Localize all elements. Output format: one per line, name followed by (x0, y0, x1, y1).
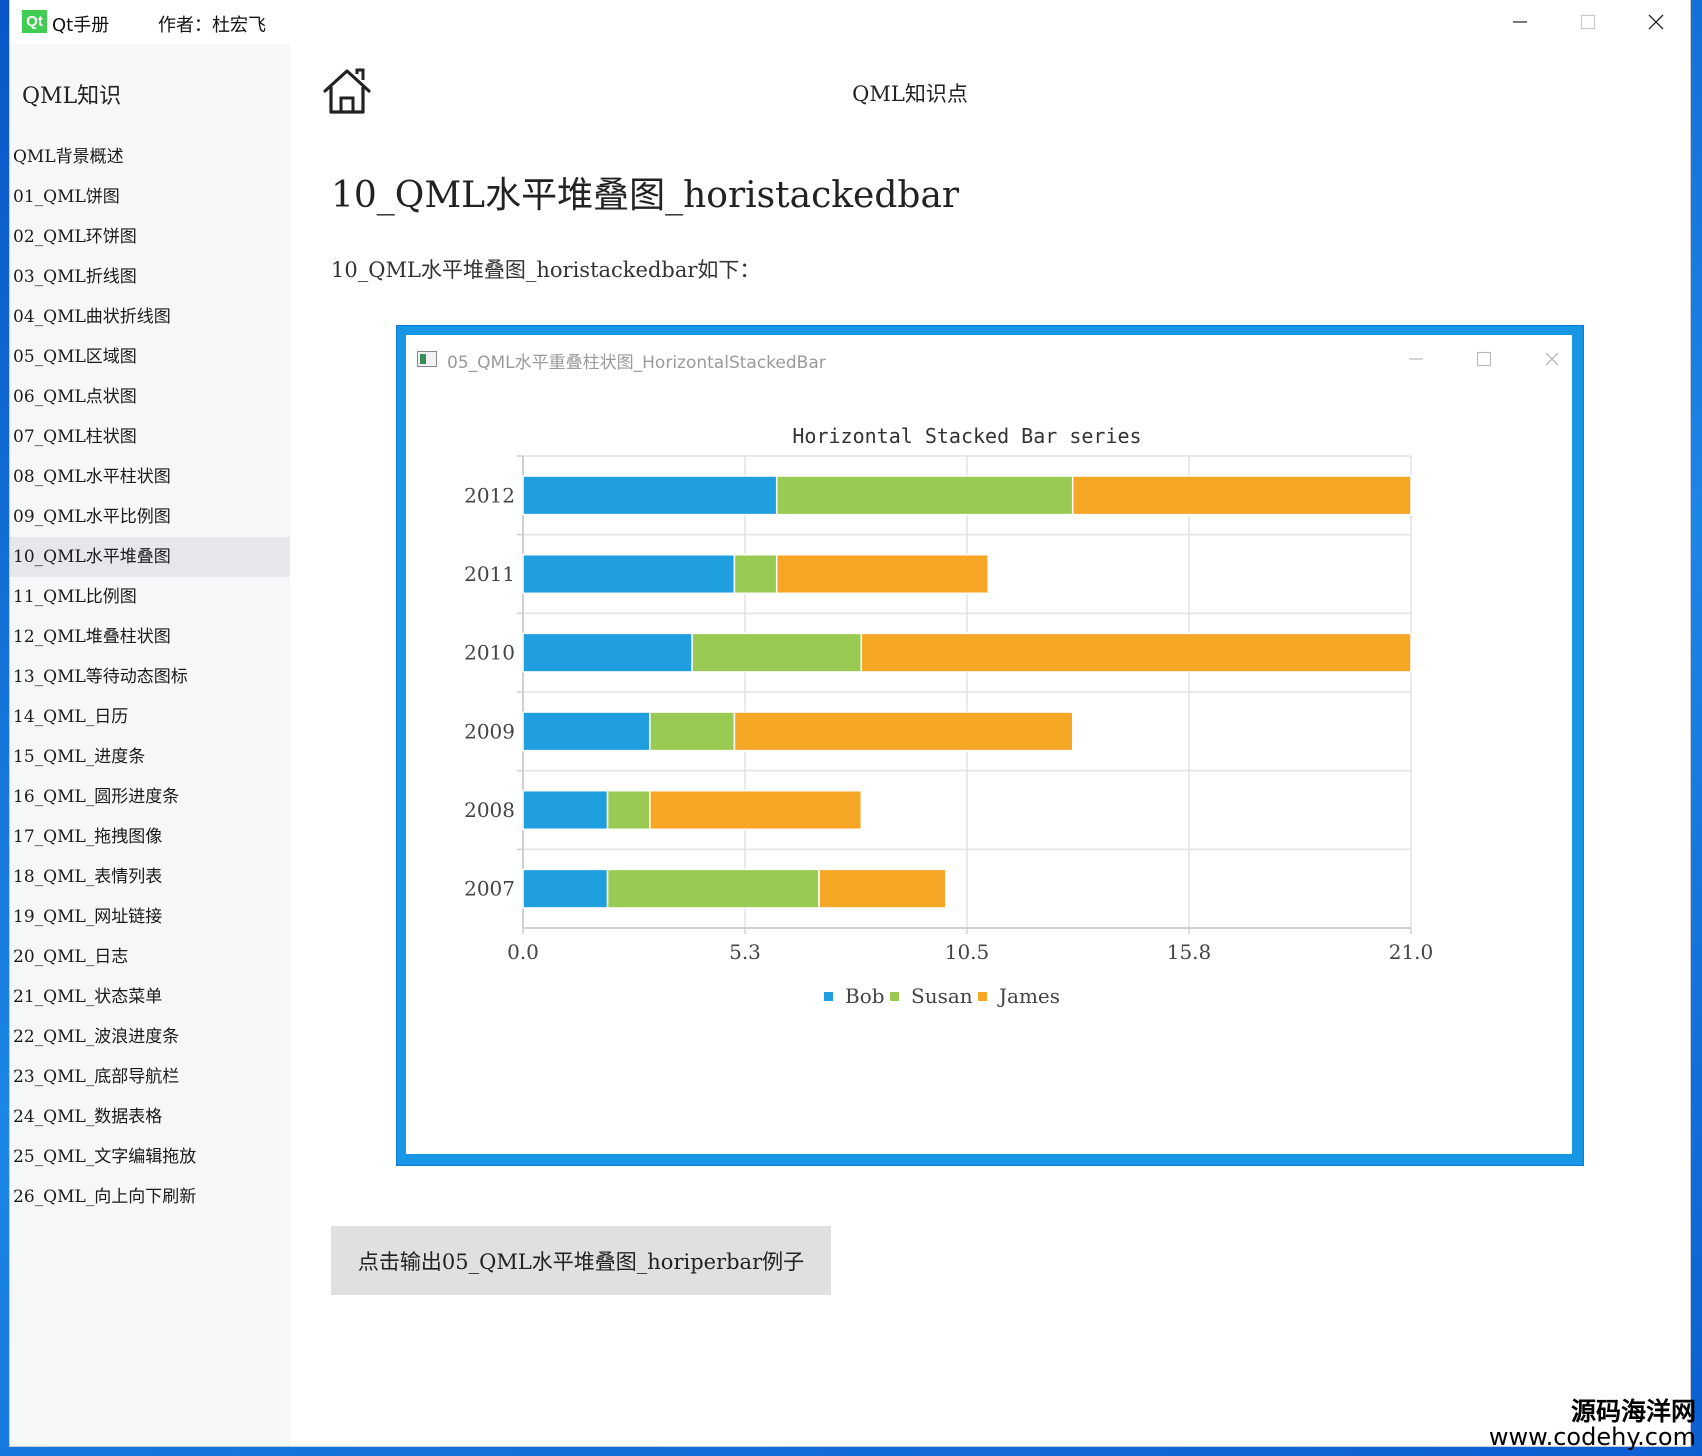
y-category-label: 2008 (464, 798, 515, 822)
sidebar-item[interactable]: 24_QML_数据表格 (10, 1097, 290, 1137)
bar-segment-susan (733, 553, 778, 595)
sidebar-item[interactable]: 12_QML堆叠柱状图 (10, 617, 290, 657)
sidebar-item[interactable]: 17_QML_拖拽图像 (10, 817, 290, 857)
sidebar-item[interactable]: 08_QML水平柱状图 (10, 457, 290, 497)
minimize-icon (1513, 21, 1527, 23)
app-title: Qt手册 (52, 15, 110, 36)
watermark-url: www.codehy.com (1488, 1422, 1696, 1451)
sidebar-item[interactable]: 10_QML水平堆叠图 (10, 537, 290, 577)
sidebar-item[interactable]: 14_QML_日历 (10, 697, 290, 737)
legend-marker-susan (890, 992, 899, 1001)
chart-title: Horizontal Stacked Bar series (792, 424, 1141, 448)
bar-segment-james (775, 553, 989, 595)
stacked-bar-chart: Horizontal Stacked Bar series 0.0 5.3 10.5 1… (464, 424, 1434, 1008)
bar-segment-susan (606, 868, 820, 909)
legend-marker-bob (824, 992, 833, 1001)
home-icon[interactable] (320, 66, 374, 116)
sidebar-item[interactable]: 09_QML水平比例图 (10, 497, 290, 537)
y-category-label: 2012 (464, 483, 515, 507)
watermark: 源码海洋网 www.codehy.com (1488, 1396, 1696, 1451)
sidebar-item[interactable]: 07_QML柱状图 (10, 417, 290, 457)
x-tick-label: 0.0 (507, 940, 539, 964)
app-window: Qt Qt手册 作者：杜宏飞 QML知识 QML背景概述 01_QML饼图 02_Q… (10, 0, 1690, 1446)
bar-segment-bob (522, 711, 651, 752)
bar-segment-james (818, 868, 947, 909)
bar-segment-susan (606, 789, 651, 831)
watermark-name: 源码海洋网 (1570, 1396, 1696, 1426)
sidebar-list: QML背景概述 01_QML饼图 02_QML环饼图 03_QML折线图 04_QML曲… (10, 137, 290, 1217)
example-screenshot: 05_QML水平重叠柱状图_HorizontalStackedBar Horiz… (397, 326, 1583, 1165)
close-icon (1648, 14, 1664, 30)
sidebar-item[interactable]: 15_QML_进度条 (10, 737, 290, 777)
maximize-icon (1580, 14, 1596, 30)
bar-segment-james (733, 711, 1074, 752)
sidebar-item[interactable]: 05_QML区域图 (10, 337, 290, 377)
minimize-button[interactable] (1486, 0, 1554, 44)
author-label: 作者：杜宏飞 (158, 15, 266, 36)
legend-marker-james (978, 992, 987, 1001)
legend-label: James (997, 984, 1060, 1008)
bar-segment-bob (522, 632, 693, 673)
bar-segment-james (649, 789, 863, 831)
maximize-button[interactable] (1554, 0, 1622, 44)
legend-label: Bob (845, 984, 885, 1008)
header-title: QML知识点 (852, 82, 968, 106)
bar-segment-james (1071, 475, 1412, 516)
x-tick-label: 5.3 (729, 940, 761, 964)
bar-segment-bob (522, 553, 736, 595)
bar-segment-susan (649, 711, 736, 752)
sidebar-item[interactable]: 11_QML比例图 (10, 577, 290, 617)
legend-label: Susan (911, 984, 973, 1008)
bar-segment-bob (522, 789, 609, 831)
sidebar-item[interactable]: 18_QML_表情列表 (10, 857, 290, 897)
bar-segment-susan (691, 632, 863, 673)
x-tick-label: 21.0 (1389, 940, 1434, 964)
sidebar-item[interactable]: 26_QML_向上向下刷新 (10, 1177, 290, 1217)
sidebar-item[interactable]: QML背景概述 (10, 137, 290, 177)
sidebar-item[interactable]: 02_QML环饼图 (10, 217, 290, 257)
y-category-label: 2011 (464, 562, 515, 586)
y-category-label: 2007 (464, 877, 515, 901)
title-bar[interactable]: Qt Qt手册 作者：杜宏飞 (10, 0, 1690, 44)
sidebar-item[interactable]: 06_QML点状图 (10, 377, 290, 417)
main-content: QML知识点 10_QML水平堆叠图_horistackedbar 10_QML… (290, 44, 1690, 1446)
bar-segment-james (860, 632, 1412, 673)
sidebar-item[interactable]: 01_QML饼图 (10, 177, 290, 217)
sidebar-item[interactable]: 19_QML_网址链接 (10, 897, 290, 937)
sidebar-item[interactable]: 25_QML_文字编辑拖放 (10, 1137, 290, 1177)
sidebar-item[interactable]: 22_QML_波浪进度条 (10, 1017, 290, 1057)
sidebar-item[interactable]: 21_QML_状态菜单 (10, 977, 290, 1017)
y-category-label: 2009 (464, 719, 515, 743)
bar-segment-bob (522, 868, 609, 909)
sidebar-item[interactable]: 20_QML_日志 (10, 937, 290, 977)
x-tick-label: 10.5 (945, 940, 990, 964)
output-example-button[interactable]: 点击输出05_QML水平堆叠图_horiperbar例子 (331, 1226, 831, 1295)
intro-text: 10_QML水平堆叠图_horistackedbar如下： (331, 258, 761, 282)
y-category-label: 2010 (464, 641, 515, 665)
example-window: 05_QML水平重叠柱状图_HorizontalStackedBar Horiz… (406, 335, 1572, 1154)
bar-segment-susan (775, 475, 1074, 516)
sidebar-item[interactable]: 13_QML等待动态图标 (10, 657, 290, 697)
sidebar-item[interactable]: 16_QML_圆形进度条 (10, 777, 290, 817)
x-tick-label: 15.8 (1167, 940, 1212, 964)
bar-segment-bob (522, 475, 778, 516)
sidebar-item[interactable]: 23_QML_底部导航栏 (10, 1057, 290, 1097)
sidebar-title: QML知识 (22, 84, 122, 109)
sidebar-item[interactable]: 03_QML折线图 (10, 257, 290, 297)
qt-logo-icon: Qt (22, 10, 47, 33)
page-title: 10_QML水平堆叠图_horistackedbar (331, 175, 960, 216)
sidebar: QML知识 QML背景概述 01_QML饼图 02_QML环饼图 03_QML折线图 0… (10, 44, 290, 1446)
close-button[interactable] (1622, 0, 1690, 44)
sidebar-item[interactable]: 04_QML曲状折线图 (10, 297, 290, 337)
